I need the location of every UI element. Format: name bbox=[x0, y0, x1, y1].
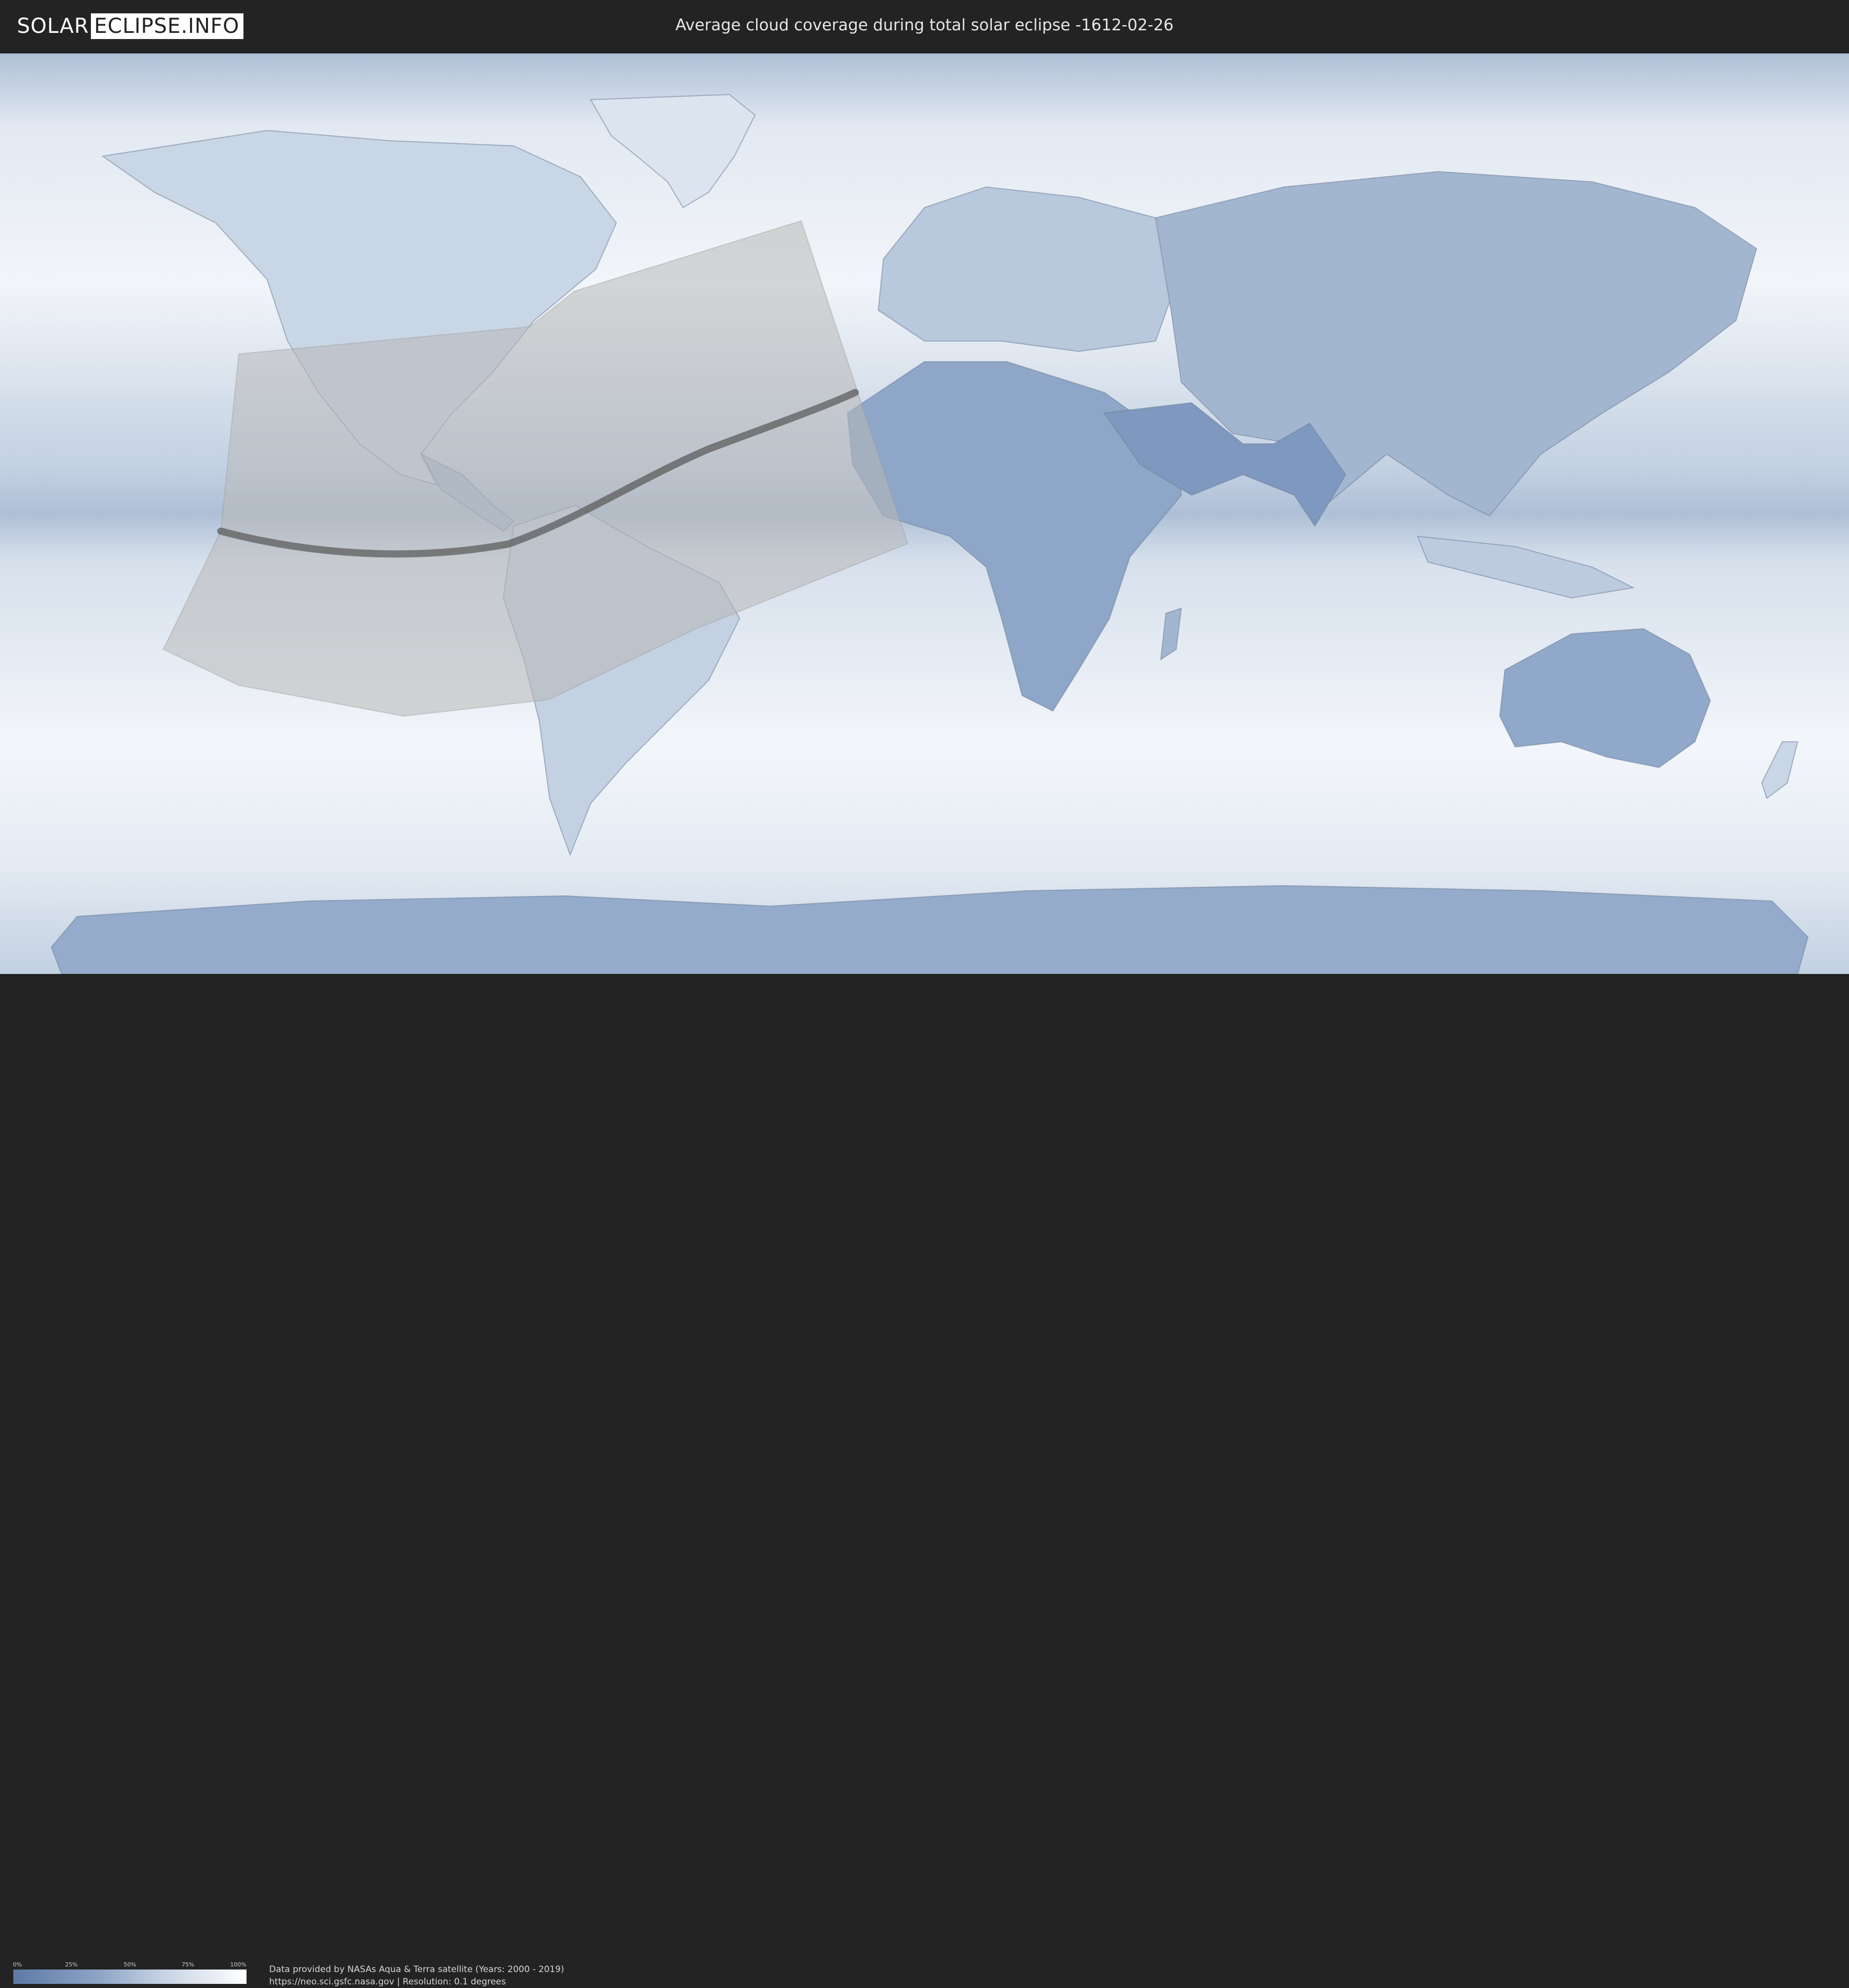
cloud-coverage-map bbox=[0, 53, 1849, 974]
legend-tick-50: 50% bbox=[123, 1961, 137, 1968]
legend-tick-25: 25% bbox=[65, 1961, 78, 1968]
legend-tick-0: 0% bbox=[13, 1961, 22, 1968]
cloud-coverage-legend: 0% 25% 50% 75% 100% bbox=[13, 1961, 247, 1984]
credits-line-url[interactable]: https://neo.sci.gsfc.nasa.gov | Resoluti… bbox=[269, 1976, 564, 1988]
header-bar: SOLAR ECLIPSE.INFO Average cloud coverag… bbox=[0, 0, 1849, 52]
page-title: Average cloud coverage during total sola… bbox=[675, 16, 1174, 34]
data-credits: Data provided by NASAs Aqua & Terra sate… bbox=[269, 1963, 564, 1988]
legend-ticks: 0% 25% 50% 75% 100% bbox=[13, 1961, 247, 1970]
footer-bar: 0% 25% 50% 75% 100% Data provided by NAS… bbox=[0, 974, 1849, 1987]
credits-line-source: Data provided by NASAs Aqua & Terra sate… bbox=[269, 1964, 564, 1975]
legend-tick-75: 75% bbox=[181, 1961, 195, 1968]
legend-gradient-bar bbox=[13, 1970, 247, 1984]
world-map-svg bbox=[0, 53, 1849, 974]
legend-tick-100: 100% bbox=[230, 1961, 247, 1968]
